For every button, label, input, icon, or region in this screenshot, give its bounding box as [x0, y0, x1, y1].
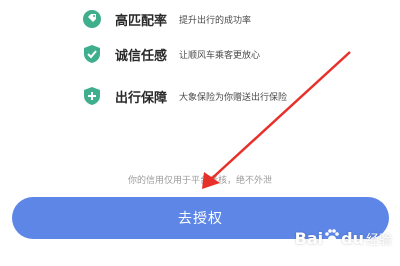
watermark-brand: Bai	[294, 228, 324, 248]
watermark-sub: 经验	[365, 232, 392, 248]
shield-plus-icon	[82, 86, 102, 106]
authorization-screen: 高匹配率 提升出行的成功率 诚信任感 让顺风车乘客更放心 出行保障 大象保险为你…	[0, 0, 400, 266]
baidu-jingyan-watermark: Bai du 经验	[295, 228, 392, 248]
paw-icon	[324, 228, 340, 248]
tag-icon	[82, 9, 102, 29]
feature-title: 高匹配率	[115, 13, 168, 29]
feature-title: 诚信任感	[115, 48, 168, 64]
shield-check-icon	[82, 44, 102, 64]
feature-trust: 诚信任感 让顺风车乘客更放心	[82, 42, 260, 66]
feature-high-match: 高匹配率 提升出行的成功率	[82, 7, 251, 31]
watermark-brand-end: du	[341, 228, 364, 248]
feature-desc: 大象保险为你赠送出行保险	[179, 92, 288, 103]
feature-desc: 提升出行的成功率	[179, 15, 252, 26]
feature-desc: 让顺风车乘客更放心	[179, 50, 261, 61]
feature-travel-guarantee: 出行保障 大象保险为你赠送出行保险	[82, 84, 287, 108]
privacy-notice: 你的信用仅用于平台考核，绝不外泄	[127, 176, 272, 186]
feature-title: 出行保障	[115, 90, 168, 106]
